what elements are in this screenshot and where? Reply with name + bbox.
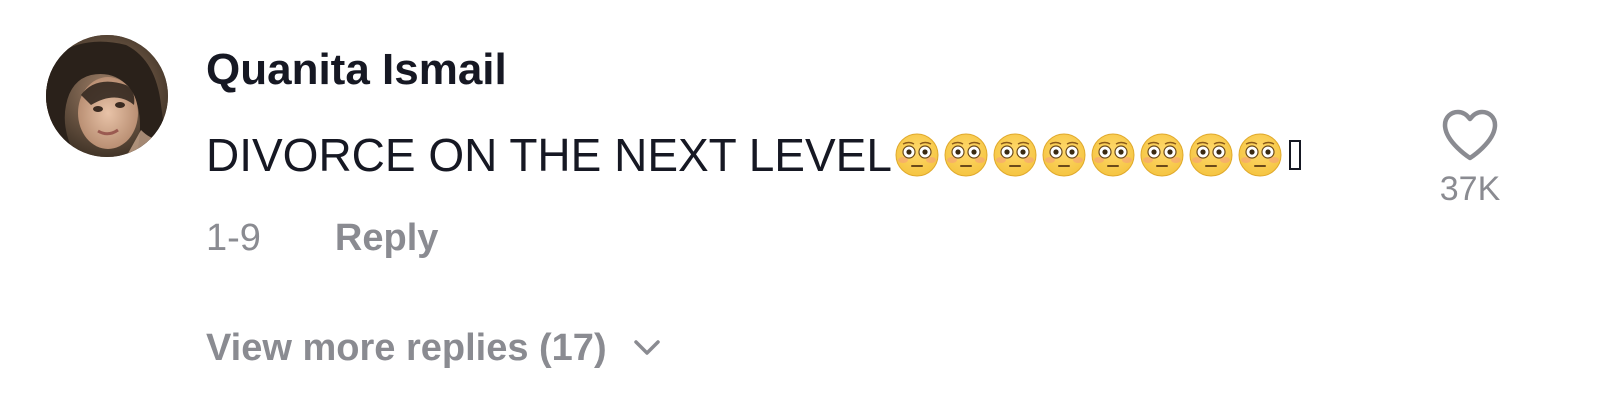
reply-button[interactable]: Reply — [335, 217, 438, 260]
flushed-face-emoji — [1188, 132, 1234, 178]
flushed-face-emoji — [1237, 132, 1283, 178]
flushed-face-emoji — [894, 132, 940, 178]
comment-text: DIVORCE ON THE NEXT LEVEL — [206, 125, 1301, 185]
comment-text-content: DIVORCE ON THE NEXT LEVEL — [206, 129, 892, 181]
username[interactable]: Quanita Ismail — [206, 44, 507, 97]
missing-glyph-icon — [1288, 140, 1301, 170]
view-more-replies-button[interactable]: View more replies (17) — [206, 320, 661, 376]
flushed-face-emoji — [1090, 132, 1136, 178]
flushed-face-emoji — [1139, 132, 1185, 178]
flushed-face-emoji — [943, 132, 989, 178]
like-count: 37K — [1439, 170, 1501, 208]
comment-meta: 1-9 Reply — [206, 212, 438, 264]
view-more-replies-label: View more replies (17) — [206, 326, 607, 369]
heart-outline-icon[interactable] — [1441, 108, 1499, 162]
emoji-group — [894, 132, 1283, 178]
flushed-face-emoji — [1041, 132, 1087, 178]
comment-date: 1-9 — [206, 216, 261, 259]
avatar[interactable] — [46, 35, 168, 157]
like-button[interactable]: 37K — [1428, 108, 1512, 209]
flushed-face-emoji — [992, 132, 1038, 178]
comment-item: Quanita Ismail DIVORCE ON THE NEXT LEVEL… — [0, 0, 1614, 404]
chevron-down-icon — [633, 339, 661, 357]
